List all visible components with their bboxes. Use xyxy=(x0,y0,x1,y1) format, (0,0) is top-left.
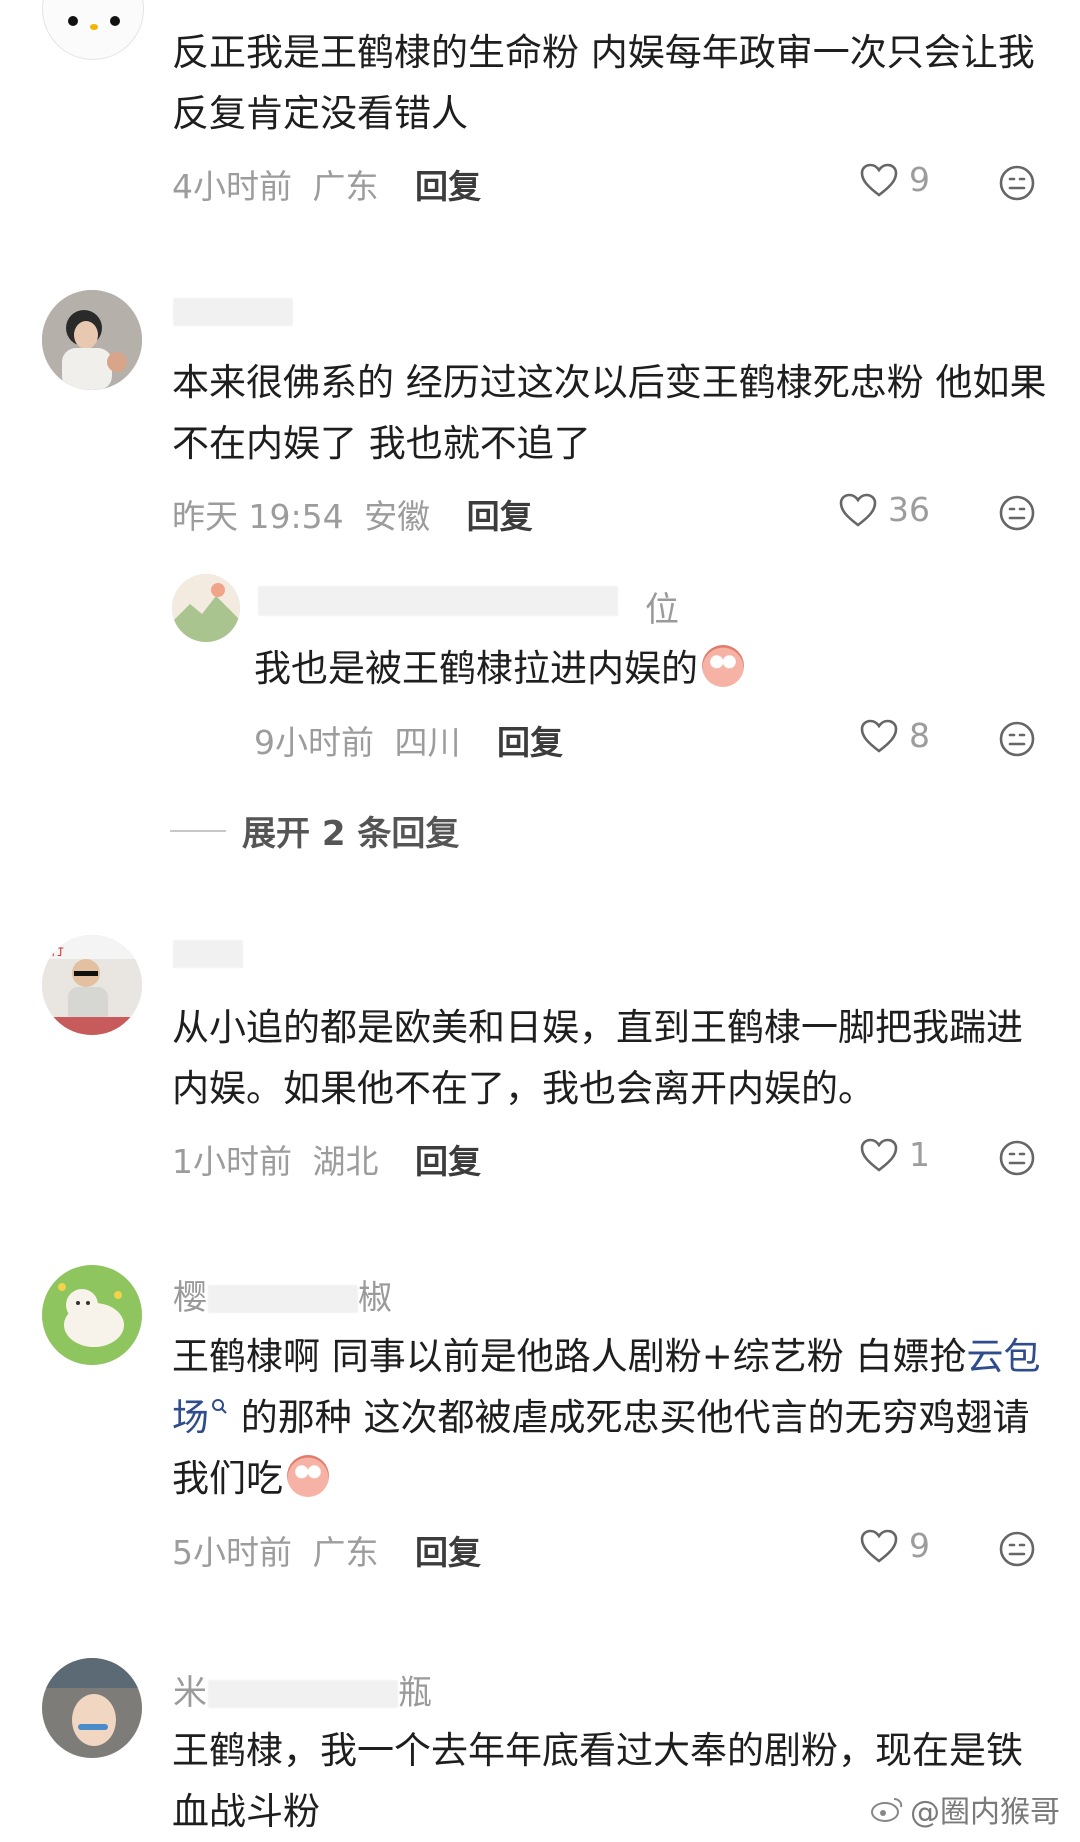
username-redacted[interactable] xyxy=(258,586,618,616)
username[interactable]: 米瓶 xyxy=(173,1665,433,1714)
comment-text: 本来很佛系的 经历过这次以后变王鹤棣死忠粉 他如果不在内娱了 我也就不追了 xyxy=(172,361,1047,465)
comment-location: 广东 xyxy=(312,167,379,206)
avatar[interactable] xyxy=(42,1658,142,1758)
reply-time: 9小时前 xyxy=(254,723,374,762)
username-redacted xyxy=(208,1680,398,1708)
heart-icon xyxy=(860,1138,898,1172)
emoji-react-icon[interactable] xyxy=(998,494,1036,532)
watermark: @圈内猴哥 xyxy=(870,1787,1060,1831)
like-count: 1 xyxy=(909,1135,930,1174)
like-count: 8 xyxy=(909,716,930,755)
reply-button[interactable]: 回复 xyxy=(467,497,533,536)
expand-label: 展开 2 条回复 xyxy=(242,814,460,854)
reply-button[interactable]: 回复 xyxy=(415,167,481,206)
reply-button[interactable]: 回复 xyxy=(415,1142,481,1181)
username-end: 瓶 xyxy=(398,1673,433,1713)
search-icon xyxy=(212,1399,227,1414)
comment-text: 王鹤棣啊 同事以前是他路人剧粉+综艺粉 白嫖抢云包场 的那种 这次都被虐成死忠买… xyxy=(172,1326,1052,1509)
comment-meta: 1小时前 湖北 回复 xyxy=(172,1135,481,1183)
username[interactable]: 樱椒 xyxy=(173,1270,393,1319)
comment-time: 1小时前 xyxy=(172,1142,292,1181)
reply-username-fragment: 位 xyxy=(645,590,680,630)
peach-emoji-icon xyxy=(287,1455,329,1497)
comment-location: 安徽 xyxy=(364,497,431,536)
svg-text:行: 行 xyxy=(50,943,64,959)
weibo-logo-icon xyxy=(871,1798,903,1822)
like-button[interactable]: 36 xyxy=(838,490,930,529)
comment-location: 湖北 xyxy=(312,1142,379,1181)
reply-avatar[interactable] xyxy=(172,574,240,642)
reply-button[interactable]: 回复 xyxy=(415,1533,481,1572)
username-redacted[interactable] xyxy=(173,298,293,326)
comment-meta: 5小时前 广东 回复 xyxy=(172,1526,481,1574)
heart-icon xyxy=(860,163,898,197)
like-button[interactable]: 8 xyxy=(859,716,930,755)
like-button[interactable]: 1 xyxy=(859,1135,930,1174)
avatar[interactable]: 行 xyxy=(42,935,142,1035)
comment-meta: 4小时前 广东 回复 xyxy=(172,160,481,208)
comment-text: 从小追的都是欧美和日娱，直到王鹤棣一脚把我踹进内娱。如果他不在了，我也会离开内娱… xyxy=(172,1006,1023,1110)
emoji-react-icon[interactable] xyxy=(998,1530,1036,1568)
heart-icon xyxy=(839,493,877,527)
like-count: 9 xyxy=(909,160,930,199)
avatar[interactable] xyxy=(42,290,142,390)
comment-time: 4小时前 xyxy=(172,167,292,206)
username-start: 樱 xyxy=(173,1278,208,1318)
heart-icon xyxy=(860,1529,898,1563)
divider xyxy=(170,829,226,832)
avatar[interactable] xyxy=(42,1265,142,1365)
like-count: 36 xyxy=(888,490,930,529)
username-redacted[interactable] xyxy=(173,940,243,968)
like-button[interactable]: 9 xyxy=(859,160,930,199)
reply-meta: 9小时前 四川 回复 xyxy=(254,716,563,764)
username-redacted xyxy=(208,1285,358,1313)
like-button[interactable]: 9 xyxy=(859,1526,930,1565)
reply-location: 四川 xyxy=(394,723,461,762)
reply-text-content: 我也是被王鹤棣拉进内娱的 xyxy=(254,647,698,690)
crying-emoji-icon xyxy=(702,645,744,687)
watermark-text: @圈内猴哥 xyxy=(910,1795,1060,1830)
username-end: 椒 xyxy=(358,1278,393,1318)
comment-time: 5小时前 xyxy=(172,1533,292,1572)
comment-location: 广东 xyxy=(312,1533,379,1572)
reply-button[interactable]: 回复 xyxy=(497,723,563,762)
comment-time: 昨天 19:54 xyxy=(172,497,344,536)
emoji-react-icon[interactable] xyxy=(998,720,1036,758)
emoji-react-icon[interactable] xyxy=(998,1139,1036,1177)
comment-meta: 昨天 19:54 安徽 回复 xyxy=(172,490,533,538)
emoji-react-icon[interactable] xyxy=(998,164,1036,202)
comment-text: 反正我是王鹤棣的生命粉 内娱每年政审一次只会让我反复肯定没看错人 xyxy=(172,31,1035,135)
expand-replies-button[interactable]: 展开 2 条回复 xyxy=(170,806,459,855)
avatar[interactable] xyxy=(42,0,144,60)
like-count: 9 xyxy=(909,1526,930,1565)
comment-text-a: 王鹤棣啊 同事以前是他路人剧粉+综艺粉 白嫖抢 xyxy=(172,1335,967,1378)
heart-icon xyxy=(860,719,898,753)
username-start: 米 xyxy=(173,1673,208,1713)
reply-text: 我也是被王鹤棣拉进内娱的 xyxy=(254,638,1034,699)
